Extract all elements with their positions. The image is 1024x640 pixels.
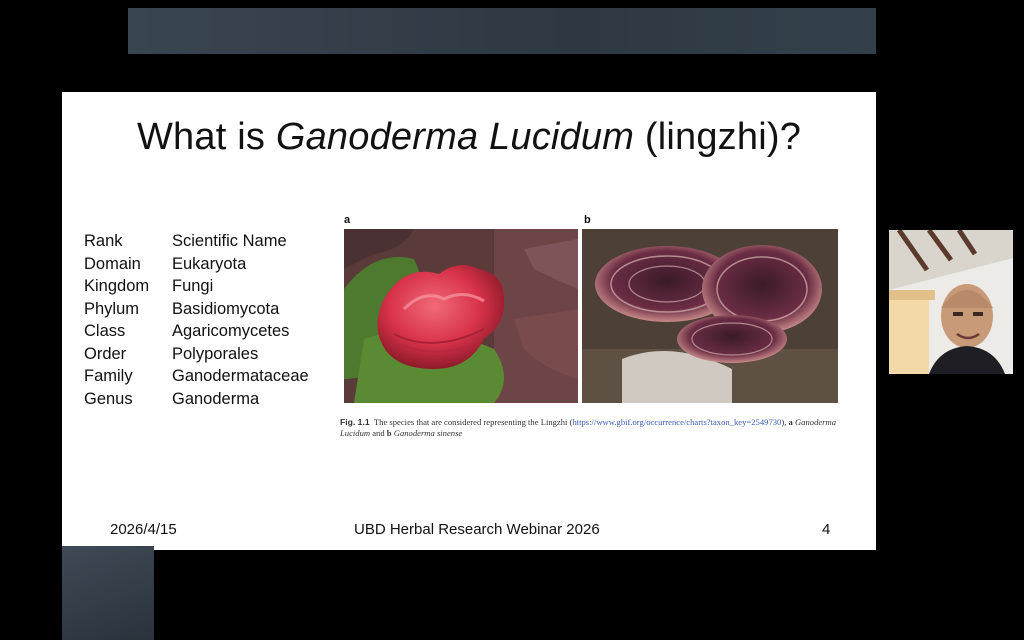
taxonomy-table: Rank Scientific Name Domain Eukaryota King… — [84, 232, 309, 412]
slide-title: What is Ganoderma Lucidum (lingzhi)? — [136, 116, 802, 158]
panel-label-b: b — [584, 214, 591, 226]
slide-event-name: UBD Herbal Research Webinar 2026 — [354, 521, 600, 538]
slide-page-number: 4 — [822, 521, 831, 538]
top-toolbar-bar — [128, 8, 876, 54]
presentation-slide: What is Ganoderma Lucidum (lingzhi)? Ran… — [62, 92, 876, 550]
mushroom-figure: a b Fig. 1.1 The species that are consid… — [340, 214, 844, 454]
presenter-video-image — [889, 230, 1013, 374]
bottom-thumbnail-panel — [62, 546, 154, 640]
webcam-video-tile[interactable] — [889, 230, 1013, 374]
slide-date: 2026/4/15 — [110, 521, 177, 538]
photo-ganoderma-lucidum — [344, 229, 578, 403]
taxonomy-row: Rank Scientific Name — [84, 232, 287, 250]
taxonomy-row: Class Agaricomycetes — [84, 322, 290, 340]
figure-caption: Fig. 1.1 The species that are considered… — [340, 417, 837, 438]
gbif-link[interactable]: https://www.gbif.org/occurrence/charts?t… — [572, 417, 781, 427]
taxonomy-row: Kingdom Fungi — [84, 277, 214, 295]
taxonomy-row: Genus Ganoderma — [84, 389, 260, 408]
taxonomy-row: Domain Eukaryota — [84, 254, 247, 273]
taxonomy-row: Phylum Basidiomycota — [84, 299, 280, 318]
panel-label-a: a — [344, 214, 351, 226]
taxonomy-row: Order Polyporales — [84, 344, 259, 363]
taxonomy-row: Family Ganodermataceae — [84, 367, 309, 385]
photo-ganoderma-sinense — [582, 229, 838, 403]
